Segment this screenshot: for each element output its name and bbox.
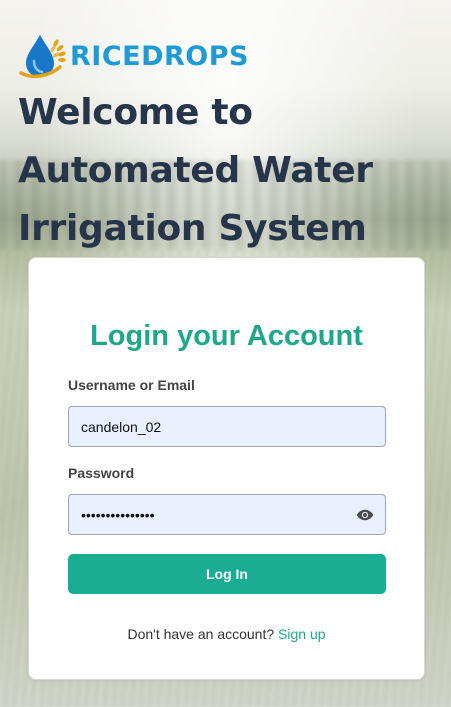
login-title: Login your Account (90, 320, 363, 352)
password-label: Password (68, 465, 135, 481)
page-header: RICEDROPS Welcome to Automated Water Irr… (18, 30, 443, 258)
password-input[interactable] (81, 495, 351, 534)
username-input[interactable] (81, 407, 351, 446)
water-drop-rice-icon (19, 35, 66, 79)
brand: RICEDROPS (18, 30, 443, 82)
username-field (68, 406, 386, 447)
page-title: Welcome to Automated Water Irrigation Sy… (18, 84, 443, 258)
signup-row: Don't have an account? Sign up (29, 626, 424, 642)
login-button[interactable]: Log In (68, 554, 386, 594)
password-field (68, 494, 386, 535)
signup-prompt: Don't have an account? (127, 626, 275, 642)
eye-icon[interactable] (355, 506, 375, 524)
login-card: Login your Account Username or Email Pas… (28, 257, 425, 680)
title-line-3: Irrigation System (18, 208, 367, 249)
username-label: Username or Email (68, 377, 195, 393)
signup-link[interactable]: Sign up (278, 626, 325, 642)
brand-name: RICEDROPS (70, 40, 249, 72)
title-line-2: Automated Water (18, 150, 373, 191)
title-line-1: Welcome to (18, 92, 253, 133)
